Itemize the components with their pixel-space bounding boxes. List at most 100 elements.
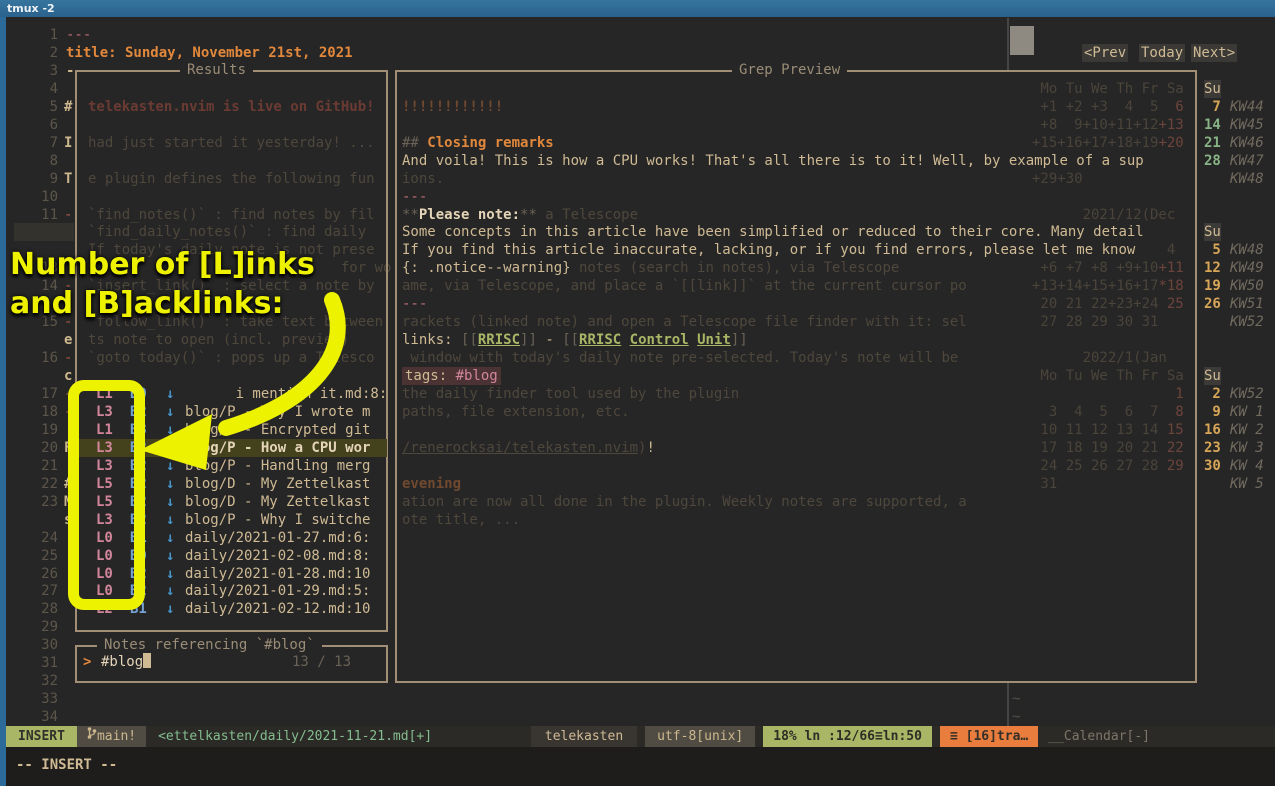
preview-line: evening [402, 475, 461, 493]
prompt-window[interactable]: Notes referencing `#blog` > #blog 13 / 1… [75, 645, 388, 683]
gutter-line-number: 26 [20, 565, 58, 583]
preview-line: ame, via Telescope, and place a `[[link]… [402, 277, 967, 295]
calendar-sunday-date[interactable]: 30 [1204, 457, 1221, 475]
tab-icon: ≡ [950, 726, 958, 747]
preview-text: the daily finder tool used by the plugin [402, 386, 739, 402]
calendar-today-button[interactable]: Today [1139, 44, 1185, 62]
preview-text: ions. [402, 171, 444, 187]
gutter-line-number: 5 [20, 98, 58, 116]
results-window-title: Results [180, 62, 253, 78]
scrollbar-thumb[interactable] [1010, 26, 1034, 55]
preview-text: window with today's daily note pre-selec… [402, 350, 958, 366]
preview-text: evening [402, 476, 461, 492]
calendar-week-label: KW 4 [1230, 457, 1264, 475]
calendar-sunday-date[interactable]: 23 [1204, 439, 1221, 457]
preview-text: [[ [461, 332, 478, 348]
calendar-sunday-date[interactable]: 28 [1204, 152, 1221, 170]
filename-label: <ettelkasten/daily/2021-11-21.md[+] [146, 726, 444, 747]
prompt-caret: > [83, 653, 91, 671]
preview-line: Some concepts in this article have been … [402, 223, 1144, 241]
wiki-link[interactable]: RRISC [478, 332, 520, 348]
buffer-margin-char: I [64, 134, 72, 152]
mode-message: -- INSERT -- [16, 756, 117, 774]
plugin-label: telekasten [531, 726, 637, 747]
result-entry-label: blog/D - My Zettelkast [185, 475, 370, 493]
buffer-margin-char: e [64, 331, 72, 349]
git-branch-segment: main! [77, 726, 146, 747]
preview-text: If you find this article inaccurate, lac… [402, 242, 1135, 258]
wiki-link[interactable]: Unit [697, 332, 731, 348]
gutter-line-number: 21 [20, 457, 58, 475]
calendar-sunday-date[interactable]: 16 [1204, 421, 1221, 439]
preview-text: [[ [562, 332, 579, 348]
preview-text: ote title, ... [402, 512, 520, 528]
preview-text: - [537, 332, 562, 348]
search-input[interactable]: #blog [101, 653, 151, 671]
markdown-file-icon: ↓ [166, 582, 174, 600]
calendar-sunday-date[interactable]: 9 [1204, 403, 1221, 421]
calendar-sunday-date[interactable]: 26 [1204, 295, 1221, 313]
git-branch-label: main! [97, 726, 136, 747]
preview-line: links: [[RRISC]] - [[RRISC Control Unit]… [402, 331, 748, 349]
calendar-sunday-date[interactable]: 19 [1204, 277, 1221, 295]
preview-line: ote title, ... [402, 511, 520, 529]
calendar-sunday-date[interactable]: 12 [1204, 259, 1221, 277]
calendar-week-label: KW51 [1230, 295, 1264, 313]
preview-text: ! [646, 440, 654, 456]
gutter-line-number: 18 [20, 403, 58, 421]
calendar-statusline-label: __Calendar[-] [1038, 726, 1160, 747]
calendar-sunday-header: Su [1204, 223, 1221, 241]
tab-indicator[interactable]: ≡ [16]tra… [940, 726, 1038, 747]
markdown-file-icon: ↓ [166, 493, 174, 511]
tag-highlight: tags: #blog [402, 367, 501, 385]
preview-line: And voila! This is how a CPU works! That… [402, 152, 1144, 170]
preview-line: the daily finder tool used by the plugin [402, 385, 739, 403]
gutter-line-number: 10 [20, 188, 58, 206]
buffer-margin-char: T [64, 170, 72, 188]
gutter-line-number: 30 [20, 636, 58, 654]
gutter-line-number: 4 [20, 80, 58, 98]
calendar-sunday-date[interactable]: 5 [1204, 241, 1221, 259]
gutter-line-number: 23 [20, 493, 58, 511]
preview-text: ** [520, 207, 537, 223]
preview-text: notes (search in notes), via Telescope [571, 260, 900, 276]
calendar-week-label: KW 2 [1230, 421, 1264, 439]
result-entry-label: blog/D - My Zettelkast [185, 493, 370, 511]
encoding-label: utf-8[unix] [645, 726, 755, 747]
preview-line: window with today's daily note pre-selec… [402, 349, 958, 367]
calendar-sunday-date[interactable]: 21 [1204, 134, 1221, 152]
markdown-file-icon: ↓ [166, 475, 174, 493]
gutter-line-number: 7 [20, 134, 58, 152]
preview-text: ** [402, 207, 419, 223]
window-separator [1007, 18, 1009, 70]
calendar-next-button[interactable]: Next> [1191, 44, 1237, 62]
preview-text [689, 332, 697, 348]
wiki-link[interactable]: Control [630, 332, 689, 348]
buffer-margin-char: - [64, 206, 72, 224]
preview-text: And voila! This is how a CPU works! That… [402, 153, 1144, 169]
preview-text: rackets (linked note) and open a Telesco… [402, 314, 967, 330]
calendar-sunday-date[interactable]: 7 [1204, 98, 1221, 116]
calendar-sunday-date[interactable]: 2 [1204, 385, 1221, 403]
gutter-line-number: 28 [20, 600, 58, 618]
statusline: INSERT main! <ettelkasten/daily/2021-11-… [6, 726, 1275, 747]
preview-line: --- [402, 188, 427, 206]
preview-line: !!!!!!!!!!!! [402, 98, 503, 116]
markdown-file-icon: ↓ [166, 511, 174, 529]
gutter-line-number: 11 [20, 206, 58, 224]
preview-text: !!!!!!!!!!!! [402, 99, 503, 115]
wiki-link[interactable]: RRISC [579, 332, 621, 348]
annotation-text-line1: Number of [L]inks [10, 247, 315, 283]
gutter-line-number: 6 [20, 116, 58, 134]
preview-text: links: [402, 332, 461, 348]
gutter-line-number: 24 [20, 529, 58, 547]
preview-text: {: .notice--warning} [402, 260, 571, 276]
gutter-line-number: 8 [20, 152, 58, 170]
preview-line: ions. [402, 170, 444, 188]
tmux-titlebar: tmux -2 [0, 0, 1275, 17]
calendar-prev-button[interactable]: <Prev [1082, 44, 1128, 62]
buffer-line: title: Sunday, November 21st, 2021 [66, 44, 353, 62]
preview-line: tags: #blog [402, 367, 501, 385]
markdown-file-icon: ↓ [166, 565, 174, 583]
calendar-sunday-date[interactable]: 14 [1204, 116, 1221, 134]
